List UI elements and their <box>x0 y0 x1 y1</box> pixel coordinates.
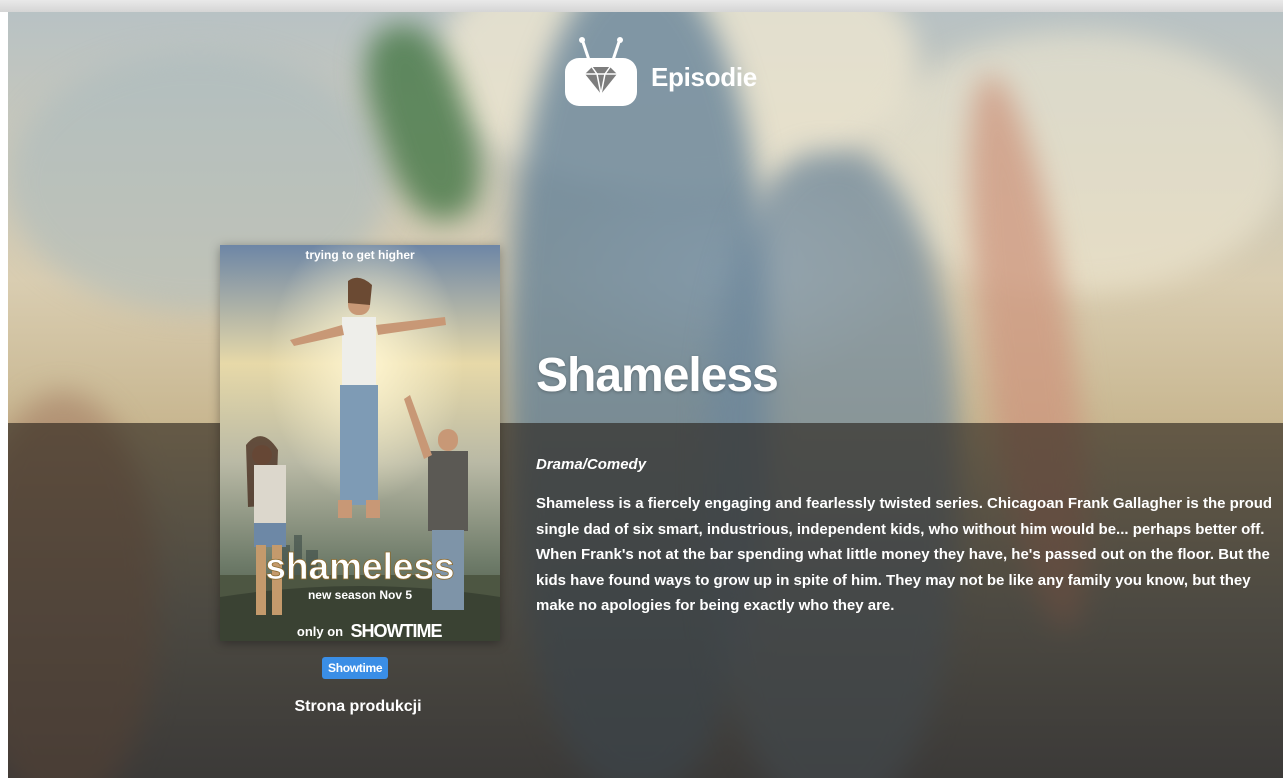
poster-tagline: trying to get higher <box>305 248 415 262</box>
show-poster: trying to get higher shameless new seaso… <box>220 245 500 641</box>
browser-top-edge <box>0 0 1283 12</box>
production-page-link[interactable]: Strona produkcji <box>288 698 428 716</box>
show-synopsis: Shameless is a fiercely engaging and fea… <box>536 495 1273 614</box>
app-name: Episodie <box>651 62 757 92</box>
show-genre: Drama/Comedy <box>536 456 647 473</box>
app-logo[interactable]: Episodie <box>561 32 821 118</box>
poster-season: new season Nov 5 <box>308 588 412 602</box>
poster-only-on: only on <box>297 624 343 639</box>
hero-background: Episodie Shameless Drama/Comedy Shameles… <box>8 12 1283 778</box>
poster-title: shameless <box>265 546 454 587</box>
poster-network-logo: SHOWTIME <box>351 621 443 641</box>
show-title: Shameless <box>536 349 779 402</box>
tv-diamond-icon <box>565 37 637 106</box>
network-badge[interactable]: Showtime <box>322 657 389 679</box>
left-edge <box>0 12 8 778</box>
